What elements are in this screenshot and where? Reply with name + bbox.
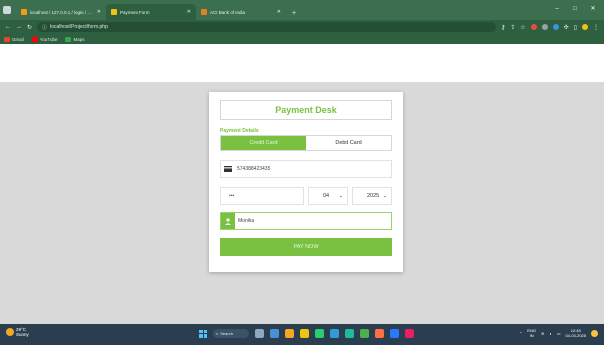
extension-grey-icon[interactable] — [541, 24, 548, 30]
browser-toolbar: ← → ↻ ⓘ localhost/Project/form.php ⚷ ⇪ ☆… — [0, 20, 604, 34]
new-tab-button[interactable]: + — [286, 10, 302, 20]
forward-arrow-icon[interactable]: → — [16, 24, 22, 30]
extension-opera-icon[interactable] — [530, 24, 537, 30]
more-menu-icon[interactable]: ⋮ — [593, 24, 599, 31]
sidebar-icon[interactable]: ▯ — [574, 24, 577, 31]
window-controls: – □ ✕ — [550, 4, 600, 14]
file-explorer-icon[interactable] — [300, 329, 309, 338]
tab-credit-card[interactable]: Credit Card — [221, 136, 306, 150]
chevron-down-icon: ⌄ — [338, 193, 343, 199]
extension-blue-icon[interactable] — [552, 24, 559, 30]
taskbar-apps: ⌕ Search — [199, 329, 414, 338]
back-arrow-icon[interactable]: ← — [5, 24, 11, 30]
battery-icon[interactable]: ▭ — [557, 331, 561, 336]
windows-start-icon[interactable] — [199, 329, 207, 338]
bookmarks-bar: Gmail YouTube Maps — [0, 34, 604, 44]
app-icon[interactable] — [285, 329, 294, 338]
tab-close-icon[interactable]: ✕ — [187, 9, 191, 15]
extension-icons: ⚷ ⇪ ☆ ✣ ▯ ⋮ — [501, 24, 599, 31]
app-icon[interactable] — [375, 329, 384, 338]
credit-card-icon — [221, 161, 235, 177]
tab-favicon-icon — [21, 9, 27, 15]
task-view-icon[interactable] — [255, 329, 264, 338]
tab-payment-form[interactable]: Payment Form ✕ — [106, 4, 196, 20]
wifi-icon[interactable]: ≋ — [541, 331, 544, 336]
tab-title: Payment Form — [120, 9, 150, 15]
weather-widget[interactable]: 29°C Sunny — [6, 327, 29, 337]
url-text: localhost/Project/form.php — [50, 24, 108, 30]
tab-title: localhost / 127.0.0.1 / login / cgu — [30, 9, 94, 15]
month-value: 04 — [323, 193, 330, 199]
browser-tab-bar: localhost / 127.0.0.1 / login / cgu ✕ Pa… — [0, 0, 604, 20]
key-icon[interactable]: ⚷ — [501, 24, 505, 31]
tab-close-icon[interactable]: ✕ — [97, 9, 101, 15]
weather-description: Sunny — [16, 332, 29, 337]
bookmark-label: YouTube — [39, 36, 58, 42]
share-icon[interactable]: ⇪ — [510, 24, 515, 31]
star-icon[interactable]: ☆ — [520, 24, 525, 31]
tab-title: ACI Bank of India — [210, 9, 246, 15]
maximize-button[interactable]: □ — [568, 4, 582, 14]
cvv-field[interactable]: ••• — [220, 187, 304, 205]
language-bottom: IN — [529, 333, 534, 338]
tab-favicon-icon — [111, 9, 117, 15]
bookmark-label: Gmail — [12, 36, 24, 42]
card-number-field[interactable]: 574388423435 — [220, 160, 392, 178]
maps-icon — [65, 36, 72, 42]
card-type-tabs: Credit Card Debit Card — [220, 135, 392, 151]
profile-avatar[interactable] — [582, 24, 588, 30]
volume-icon[interactable]: ◖ — [549, 331, 551, 336]
chevron-down-icon: ⌄ — [382, 193, 387, 199]
tab-favicon-icon — [201, 9, 207, 15]
close-button[interactable]: ✕ — [586, 4, 600, 14]
youtube-icon — [31, 36, 38, 42]
tab-phpmyadmin[interactable]: localhost / 127.0.0.1 / login / cgu ✕ — [16, 4, 106, 20]
taskbar-search[interactable]: ⌕ Search — [213, 329, 249, 338]
system-tray: ⌃ ENG IN ≋ ◖ ▭ 12:45 04-03-2025 — [519, 328, 598, 338]
tab-bank[interactable]: ACI Bank of India ✕ — [196, 4, 286, 20]
page-title: Payment Desk — [220, 100, 392, 120]
search-label: Search — [220, 331, 233, 336]
expiry-year-select[interactable]: 2025 ⌄ — [352, 187, 392, 205]
store-icon[interactable] — [330, 329, 339, 338]
cardholder-name-value: Monika — [238, 218, 255, 224]
gmail-icon — [4, 36, 10, 42]
expiry-row: ••• 04 ⌄ 2025 ⌄ — [220, 187, 392, 205]
app-icon[interactable] — [315, 329, 324, 338]
taskbar: 29°C Sunny ⌕ Search ⌃ ENG IN ≋ ◖ ▭ 12:45 — [0, 324, 604, 345]
chrome-icon[interactable] — [360, 329, 369, 338]
reload-icon[interactable]: ↻ — [27, 24, 32, 31]
language-indicator[interactable]: ENG IN — [527, 328, 536, 338]
tab-debit-card[interactable]: Debit Card — [306, 136, 391, 150]
bookmark-youtube[interactable]: YouTube — [31, 36, 58, 42]
chevron-up-icon[interactable]: ⌃ — [519, 331, 522, 336]
tab-close-icon[interactable]: ✕ — [277, 9, 281, 15]
user-icon — [221, 213, 235, 229]
minimize-button[interactable]: – — [550, 4, 564, 14]
app-icon[interactable] — [405, 329, 414, 338]
section-label: Payment Details — [220, 128, 259, 134]
expiry-month-select[interactable]: 04 ⌄ — [308, 187, 348, 205]
app-icon[interactable] — [345, 329, 354, 338]
card-number-value: 574388423435 — [237, 166, 271, 172]
browser-menu-icon[interactable] — [3, 6, 11, 14]
bookmark-maps[interactable]: Maps — [65, 36, 85, 42]
bookmark-label: Maps — [73, 36, 85, 42]
address-bar[interactable]: ⓘ localhost/Project/form.php — [37, 22, 496, 32]
payment-card: Payment Desk Payment Details Credit Card… — [209, 92, 403, 272]
page-header-area — [0, 44, 604, 82]
info-icon[interactable]: ⓘ — [42, 24, 47, 31]
search-icon: ⌕ — [216, 331, 219, 336]
clock-date: 04-03-2025 — [565, 333, 586, 338]
bookmark-gmail[interactable]: Gmail — [4, 36, 24, 42]
vscode-icon[interactable] — [390, 329, 399, 338]
year-value: 2025 — [367, 193, 380, 199]
clock[interactable]: 12:45 04-03-2025 — [566, 328, 586, 338]
sun-icon — [6, 328, 14, 336]
pay-now-button[interactable]: PAY NOW — [220, 238, 392, 256]
notification-icon[interactable] — [591, 329, 598, 337]
cardholder-name-field[interactable]: Monika — [220, 212, 392, 230]
edge-icon[interactable] — [270, 329, 279, 338]
puzzle-icon[interactable]: ✣ — [564, 24, 569, 31]
